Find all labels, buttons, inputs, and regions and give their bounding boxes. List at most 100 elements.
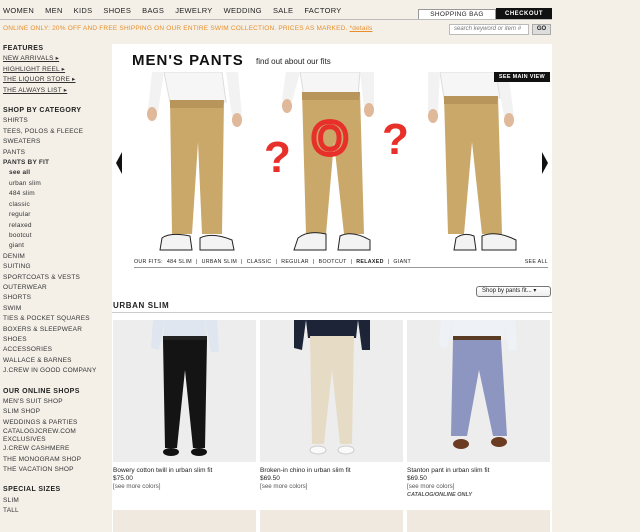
sidebar-item-good-company[interactable]: J.CREW IN GOOD COMPANY xyxy=(3,366,103,376)
sidebar-fit-urban-slim[interactable]: urban slim xyxy=(3,179,103,189)
sidebar-shop-suit[interactable]: MEN'S SUIT SHOP xyxy=(3,397,103,407)
sidebar-item-accessories[interactable]: ACCESSORIES xyxy=(3,345,103,355)
product-price: $69.50 xyxy=(407,475,427,482)
sidebar-fit-bootcut[interactable]: bootcut xyxy=(3,231,103,241)
page-title: MEN'S PANTS xyxy=(132,52,244,69)
product-price: $69.50 xyxy=(260,475,280,482)
fit-link-classic[interactable]: CLASSIC xyxy=(247,259,272,265)
nav-men[interactable]: MEN xyxy=(45,6,63,20)
sidebar-fit-484-slim[interactable]: 484 slim xyxy=(3,189,103,199)
hero-scribble-o: O xyxy=(312,112,348,164)
fit-link-484-slim[interactable]: 484 SLIM xyxy=(167,259,192,265)
product-image[interactable] xyxy=(407,320,550,462)
sidebar-item-shorts[interactable]: SHORTS xyxy=(3,293,103,303)
sidebar-item-sportcoats[interactable]: SPORTCOATS & VESTS xyxy=(3,273,103,283)
sidebar-item-always-list[interactable]: THE ALWAYS LIST ▸ xyxy=(3,86,103,96)
nav-factory[interactable]: FACTORY xyxy=(304,6,341,20)
sidebar-shop-weddings[interactable]: WEDDINGS & PARTIES xyxy=(3,418,103,428)
sidebar-item-wallace-barnes[interactable]: WALLACE & BARNES xyxy=(3,356,103,366)
hero-model-left xyxy=(147,72,242,251)
main-content: MEN'S PANTS find out about our fits ? O … xyxy=(112,44,552,532)
sidebar-fit-see-all[interactable]: see all xyxy=(3,168,103,178)
product-name[interactable]: Broken-in chino in urban slim fit xyxy=(260,467,403,475)
sidebar-item-shirts[interactable]: SHIRTS xyxy=(3,116,103,126)
sidebar-special-slim[interactable]: SLIM xyxy=(3,496,103,506)
product-name[interactable]: Stanton pant in urban slim fit xyxy=(407,467,550,475)
product-price: $75.00 xyxy=(113,475,133,482)
fit-link-regular[interactable]: REGULAR xyxy=(281,259,309,265)
nav-kids[interactable]: KIDS xyxy=(74,6,93,20)
sidebar-shop-catalog[interactable]: CATALOGJCREW.COM EXCLUSIVES xyxy=(3,428,103,444)
sidebar-item-sweaters[interactable]: SWEATERS xyxy=(3,137,103,147)
sidebar-item-pants[interactable]: PANTS xyxy=(3,148,103,158)
section-title: URBAN SLIM xyxy=(113,301,170,310)
fit-link-giant[interactable]: GIANT xyxy=(393,259,411,265)
nav-women[interactable]: WOMEN xyxy=(3,6,34,20)
sidebar-item-outerwear[interactable]: OUTERWEAR xyxy=(3,283,103,293)
sidebar-item-suiting[interactable]: SUITING xyxy=(3,262,103,272)
nav-wedding[interactable]: WEDDING xyxy=(224,6,262,20)
product-card[interactable]: Bowery cotton twill in urban slim fit $7… xyxy=(113,320,256,491)
search-input[interactable]: search keyword or item # xyxy=(449,24,529,35)
sidebar-fit-relaxed[interactable]: relaxed xyxy=(3,221,103,231)
fits-see-all-link[interactable]: SEE ALL xyxy=(525,259,548,265)
product-card[interactable]: Stanton pant in urban slim fit $69.50 [s… xyxy=(407,320,550,499)
sidebar-head-special: SPECIAL SIZES xyxy=(3,486,61,494)
hero-scribble-question-left: ? xyxy=(264,133,291,182)
sidebar-head-category: SHOP BY CATEGORY xyxy=(3,107,82,115)
sidebar-special-tall[interactable]: TALL xyxy=(3,506,103,516)
sidebar-shop-slim[interactable]: SLIM SHOP xyxy=(3,407,103,417)
sidebar-item-denim[interactable]: DENIM xyxy=(3,252,103,262)
chevron-left-icon[interactable] xyxy=(116,152,122,174)
nav-shoes[interactable]: SHOES xyxy=(103,6,131,20)
hero-scribble-question-right: ? xyxy=(382,115,409,164)
sidebar-shop-vacation[interactable]: THE VACATION SHOP xyxy=(3,465,103,475)
hero-models-image: ? O ? xyxy=(147,72,517,251)
nav-sale[interactable]: SALE xyxy=(273,6,293,20)
page-subtitle[interactable]: find out about our fits xyxy=(256,57,331,66)
fits-bar: OUR FITS: 484 SLIM | URBAN SLIM | CLASSIC |… xyxy=(134,259,548,268)
product-colors-link[interactable]: [see more colors] xyxy=(407,483,550,491)
hero-banner: ? O ? SEE MAIN VIEW xyxy=(112,72,552,258)
nav-jewelry[interactable]: JEWELRY xyxy=(175,6,212,20)
sidebar-fit-regular[interactable]: regular xyxy=(3,210,103,220)
sidebar-item-swim[interactable]: SWIM xyxy=(3,304,103,314)
sidebar-shop-monogram[interactable]: THE MONOGRAM SHOP xyxy=(3,455,103,465)
search-go-button[interactable]: GO xyxy=(532,24,551,35)
product-colors-link[interactable]: [see more colors] xyxy=(113,483,256,491)
sidebar-head-shops: OUR ONLINE SHOPS xyxy=(3,387,80,395)
chevron-right-icon[interactable] xyxy=(542,152,548,174)
product-name[interactable]: Bowery cotton twill in urban slim fit xyxy=(113,467,256,475)
sidebar-item-shoes[interactable]: SHOES xyxy=(3,335,103,345)
fit-link-relaxed[interactable]: RELAXED xyxy=(356,259,383,265)
product-image[interactable] xyxy=(260,320,403,462)
sidebar: FEATURES NEW ARRIVALS ▸ HIGHLIGHT REEL ▸… xyxy=(3,44,103,517)
sidebar-fit-classic[interactable]: classic xyxy=(3,200,103,210)
product-image[interactable] xyxy=(113,320,256,462)
product-card[interactable]: Broken-in chino in urban slim fit $69.50… xyxy=(260,320,403,491)
next-row-image xyxy=(113,510,256,532)
nav-bags[interactable]: BAGS xyxy=(142,6,164,20)
product-note: CATALOG/ONLINE ONLY xyxy=(407,492,473,498)
sidebar-item-liquor-store[interactable]: THE LIQUOR STORE ▸ xyxy=(3,75,103,85)
promo-banner: ONLINE ONLY: 20% OFF AND FREE SHIPPING O… xyxy=(3,25,372,32)
sort-by-fit-select[interactable]: Shop by pants fit... ▾ xyxy=(476,286,551,297)
sidebar-item-highlight-reel[interactable]: HIGHLIGHT REEL ▸ xyxy=(3,65,103,75)
fits-label: OUR FITS: xyxy=(134,259,163,265)
sidebar-item-boxers[interactable]: BOXERS & SLEEPWEAR xyxy=(3,325,103,335)
sidebar-fit-giant[interactable]: giant xyxy=(3,241,103,251)
next-row-image xyxy=(260,510,403,532)
fit-link-urban-slim[interactable]: URBAN SLIM xyxy=(202,259,237,265)
sidebar-item-new-arrivals[interactable]: NEW ARRIVALS ▸ xyxy=(3,54,103,64)
sidebar-head-pants-fit: PANTS BY FIT xyxy=(3,159,50,167)
header-divider xyxy=(0,19,552,20)
section-divider xyxy=(112,312,552,313)
see-main-view-button[interactable]: SEE MAIN VIEW xyxy=(493,72,550,82)
fit-link-bootcut[interactable]: BOOTCUT xyxy=(319,259,347,265)
sidebar-item-ties[interactable]: TIES & POCKET SQUARES xyxy=(3,314,103,324)
sidebar-shop-cashmere[interactable]: J.CREW CASHMERE xyxy=(3,444,103,454)
promo-details-link[interactable]: *details xyxy=(350,25,373,32)
product-colors-link[interactable]: [see more colors] xyxy=(260,483,403,491)
sidebar-item-tees[interactable]: TEES, POLOS & FLEECE xyxy=(3,127,103,137)
hero-model-right xyxy=(428,72,517,251)
